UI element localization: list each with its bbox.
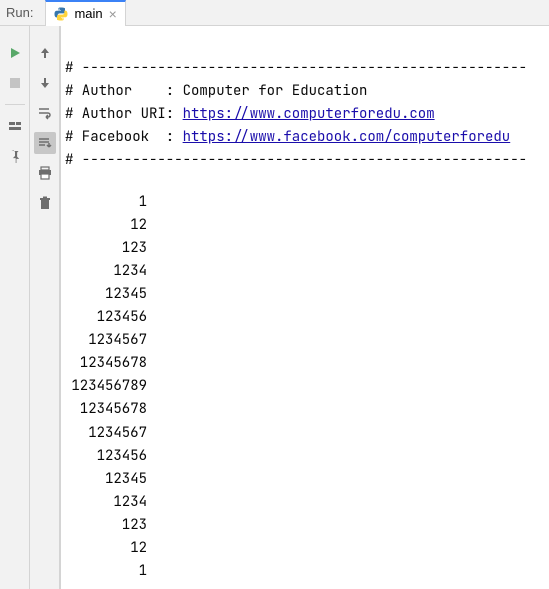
panel-title: Run: — [6, 5, 33, 20]
python-icon — [54, 7, 68, 21]
output-line: 1234 — [65, 260, 147, 283]
output-line: 1234 — [65, 491, 147, 514]
layout-icon[interactable] — [4, 115, 26, 137]
soft-wrap-icon[interactable] — [34, 102, 56, 124]
output-line: 12345 — [65, 283, 147, 306]
run-actions-col — [0, 26, 30, 589]
print-icon[interactable] — [34, 162, 56, 184]
output-line: 123 — [65, 514, 147, 537]
panel-body: # --------------------------------------… — [0, 26, 549, 589]
tab-bar: Run: main × — [0, 0, 549, 26]
up-arrow-icon[interactable] — [34, 42, 56, 64]
output-line: 12345678 — [65, 398, 147, 421]
close-icon[interactable]: × — [109, 7, 117, 21]
run-panel: Run: main × — [0, 0, 549, 589]
comment-uri: # Author URI: https://www.computerforedu… — [65, 105, 435, 123]
comment-line: # --------------------------------------… — [65, 59, 527, 77]
tab-label: main — [74, 6, 102, 21]
run-icon[interactable] — [4, 42, 26, 64]
output-line: 12 — [65, 214, 147, 237]
output-line: 123456 — [65, 306, 147, 329]
console-actions-col — [30, 26, 60, 589]
trash-icon[interactable] — [34, 192, 56, 214]
stop-icon[interactable] — [4, 72, 26, 94]
comment-author: # Author : Computer for Education — [65, 82, 367, 100]
run-tab-main[interactable]: main × — [45, 0, 125, 26]
output-line: 12345678 — [65, 352, 147, 375]
comment-line: # --------------------------------------… — [65, 151, 527, 169]
output-pyramid: 1121231234123451234561234567123456781234… — [65, 191, 545, 584]
output-line: 1 — [65, 560, 147, 583]
output-line: 12 — [65, 537, 147, 560]
scroll-to-end-icon[interactable] — [34, 132, 56, 154]
output-line: 1234567 — [65, 422, 147, 445]
author-uri-link[interactable]: https://www.computerforedu.com — [183, 105, 435, 123]
output-line: 1 — [65, 191, 147, 214]
output-line: 1234567 — [65, 329, 147, 352]
output-line: 123456 — [65, 445, 147, 468]
output-line: 123456789 — [65, 375, 147, 398]
pin-icon[interactable] — [4, 145, 26, 167]
down-arrow-icon[interactable] — [34, 72, 56, 94]
console-output[interactable]: # --------------------------------------… — [60, 26, 549, 589]
divider — [5, 104, 25, 105]
output-line: 12345 — [65, 468, 147, 491]
output-line: 123 — [65, 237, 147, 260]
facebook-link[interactable]: https://www.facebook.com/computerforedu — [183, 128, 511, 146]
comment-facebook: # Facebook : https://www.facebook.com/co… — [65, 128, 510, 146]
